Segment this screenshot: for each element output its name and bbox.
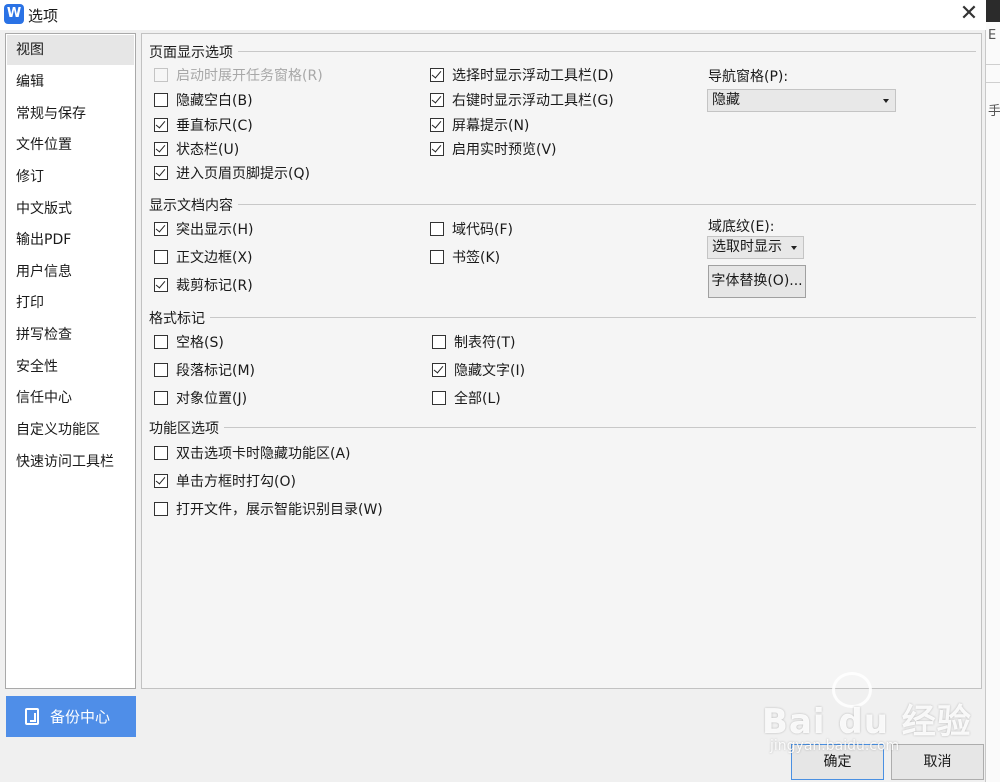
- option-label: 选择时显示浮动工具栏(D): [452, 68, 614, 84]
- option-label: 打开文件，展示智能识别目录(W): [176, 502, 383, 518]
- close-icon[interactable]: ✕: [955, 2, 983, 28]
- option-label: 状态栏(U): [176, 142, 240, 158]
- option-label: 正文边框(X): [176, 250, 253, 266]
- nav-pane-select[interactable]: 隐藏: [707, 89, 896, 112]
- background-app-text: 手: [988, 104, 1000, 119]
- checkbox[interactable]: [154, 474, 168, 488]
- caret-down-icon: [883, 99, 889, 103]
- checkbox[interactable]: [154, 335, 168, 349]
- backup-center-button[interactable]: 备份中心: [6, 696, 136, 737]
- option-label: 进入页眉页脚提示(Q): [176, 166, 310, 182]
- checkbox[interactable]: [154, 391, 168, 405]
- checkbox[interactable]: [154, 363, 168, 377]
- sidebar-item-chinese-layout[interactable]: 中文版式: [7, 194, 134, 224]
- option-label: 突出显示(H): [176, 222, 254, 238]
- checkbox[interactable]: [154, 222, 168, 236]
- caret-down-icon: [791, 246, 797, 250]
- option-label: 启动时展开任务窗格(R): [176, 68, 323, 84]
- sidebar-item-custom-ribbon[interactable]: 自定义功能区: [7, 415, 134, 445]
- checkbox[interactable]: [430, 118, 444, 132]
- section-divider: [224, 427, 976, 428]
- option-label: 书签(K): [452, 250, 501, 266]
- section-divider: [238, 204, 976, 205]
- section-divider: [210, 317, 976, 318]
- sidebar-item-quick-access[interactable]: 快速访问工具栏: [7, 447, 134, 477]
- option-label: 单击方框时打勾(O): [176, 474, 296, 490]
- option-label: 启用实时预览(V): [452, 142, 557, 158]
- field-shading-value: 选取时显示: [712, 239, 782, 255]
- checkbox[interactable]: [430, 142, 444, 156]
- nav-pane-label: 导航窗格(P):: [708, 69, 789, 85]
- category-sidebar: 视图 编辑 常规与保存 文件位置 修订 中文版式 输出PDF 用户信息 打印 拼…: [5, 33, 136, 689]
- checkbox[interactable]: [154, 502, 168, 516]
- checkbox[interactable]: [154, 250, 168, 264]
- checkbox[interactable]: [154, 278, 168, 292]
- section-divider: [238, 51, 976, 52]
- option-label: 屏幕提示(N): [452, 118, 530, 134]
- option-label: 制表符(T): [454, 335, 516, 351]
- sidebar-item-print[interactable]: 打印: [7, 288, 134, 318]
- option-label: 隐藏文字(I): [454, 363, 526, 379]
- checkbox[interactable]: [154, 166, 168, 180]
- section-title-doc-content: 显示文档内容: [149, 198, 233, 214]
- background-divider: [986, 64, 1000, 65]
- backup-icon: [25, 708, 39, 725]
- titlebar: W 选项 ✕: [0, 0, 986, 30]
- ok-button[interactable]: 确定: [791, 744, 884, 780]
- option-label: 右键时显示浮动工具栏(G): [452, 93, 614, 109]
- field-shading-select[interactable]: 选取时显示: [707, 236, 804, 259]
- option-label: 空格(S): [176, 335, 224, 351]
- dialog-title: 选项: [28, 7, 59, 25]
- sidebar-item-output-pdf[interactable]: 输出PDF: [7, 225, 134, 255]
- sidebar-item-general-save[interactable]: 常规与保存: [7, 99, 134, 129]
- option-label: 隐藏空白(B): [176, 93, 253, 109]
- backup-center-label: 备份中心: [50, 708, 111, 726]
- section-title-format-marks: 格式标记: [149, 311, 205, 327]
- sidebar-item-edit[interactable]: 编辑: [7, 67, 134, 97]
- option-label: 域代码(F): [452, 222, 513, 238]
- sidebar-item-spell-check[interactable]: 拼写检查: [7, 320, 134, 350]
- option-label: 段落标记(M): [176, 363, 256, 379]
- checkbox[interactable]: [154, 93, 168, 107]
- option-label: 垂直标尺(C): [176, 118, 253, 134]
- checkbox[interactable]: [154, 446, 168, 460]
- sidebar-item-user-info[interactable]: 用户信息: [7, 257, 134, 287]
- checkbox[interactable]: [430, 93, 444, 107]
- cancel-button[interactable]: 取消: [891, 744, 984, 780]
- section-title-ribbon: 功能区选项: [149, 421, 219, 437]
- checkbox[interactable]: [154, 142, 168, 156]
- option-label: 全部(L): [454, 391, 501, 407]
- nav-pane-value: 隐藏: [712, 92, 740, 108]
- checkbox[interactable]: [430, 250, 444, 264]
- background-divider: [986, 82, 1000, 83]
- option-label: 双击选项卡时隐藏功能区(A): [176, 446, 351, 462]
- wps-app-icon: W: [4, 4, 24, 24]
- section-title-page-display: 页面显示选项: [149, 45, 233, 61]
- option-label: 裁剪标记(R): [176, 278, 253, 294]
- sidebar-item-file-location[interactable]: 文件位置: [7, 130, 134, 160]
- checkbox[interactable]: [430, 68, 444, 82]
- field-shading-label: 域底纹(E):: [708, 219, 775, 235]
- watermark-brand: Bai du 经验: [762, 702, 972, 742]
- checkbox[interactable]: [432, 363, 446, 377]
- sidebar-item-view[interactable]: 视图: [7, 35, 134, 65]
- sidebar-item-revision[interactable]: 修订: [7, 162, 134, 192]
- background-app-text: E: [988, 28, 997, 43]
- options-dialog: W 选项 ✕ 视图 编辑 常规与保存 文件位置 修订 中文版式 输出PDF 用户…: [0, 0, 986, 782]
- option-label: 对象位置(J): [176, 391, 248, 407]
- checkbox[interactable]: [432, 335, 446, 349]
- checkbox[interactable]: [154, 118, 168, 132]
- font-substitution-button[interactable]: 字体替换(O)...: [708, 265, 806, 298]
- options-panel: 页面显示选项 启动时展开任务窗格(R) 隐藏空白(B) 垂直标尺(C) 状态栏(…: [141, 33, 982, 689]
- checkbox[interactable]: [432, 391, 446, 405]
- background-app-strip: E 手: [985, 0, 1000, 782]
- sidebar-item-security[interactable]: 安全性: [7, 352, 134, 382]
- checkbox[interactable]: [154, 68, 168, 82]
- background-app-titlebar: [986, 0, 1000, 22]
- checkbox[interactable]: [430, 222, 444, 236]
- sidebar-item-trust-center[interactable]: 信任中心: [7, 383, 134, 413]
